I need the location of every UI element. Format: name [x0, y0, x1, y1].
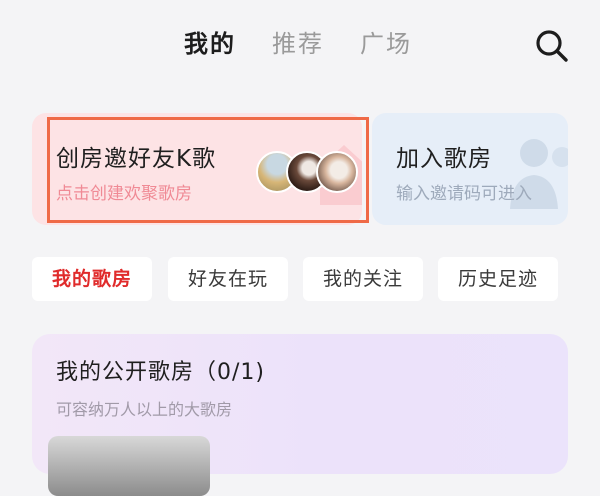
tab-plaza[interactable]: 广场 [360, 24, 412, 64]
filter-history[interactable]: 历史足迹 [438, 257, 558, 301]
filter-my-rooms[interactable]: 我的歌房 [32, 257, 152, 301]
public-room-panel: 我的公开歌房（0/1) 可容纳万人以上的大歌房 [32, 334, 568, 496]
join-room-title: 加入歌房 [396, 146, 492, 172]
filter-my-following[interactable]: 我的关注 [303, 257, 423, 301]
filter-friends-playing[interactable]: 好友在玩 [168, 257, 288, 301]
search-button[interactable] [532, 26, 572, 66]
avatar [316, 151, 358, 193]
create-room-card[interactable]: 创房邀好友K歌 点击创建欢聚歌房 [32, 113, 362, 225]
top-navigation: 我的 推荐 广场 [0, 0, 600, 88]
public-room-title: 我的公开歌房（0/1) [56, 360, 265, 385]
join-room-card[interactable]: 加入歌房 输入邀请码可进入 [372, 113, 568, 225]
public-room-subtitle: 可容纳万人以上的大歌房 [56, 400, 233, 419]
room-thumbnail[interactable] [48, 436, 210, 496]
search-icon [536, 30, 568, 62]
create-room-title: 创房邀好友K歌 [56, 146, 217, 172]
join-room-subtitle: 输入邀请码可进入 [396, 184, 532, 204]
tab-recommend[interactable]: 推荐 [272, 24, 324, 64]
tab-mine[interactable]: 我的 [184, 24, 236, 64]
create-room-subtitle: 点击创建欢聚歌房 [56, 184, 192, 204]
